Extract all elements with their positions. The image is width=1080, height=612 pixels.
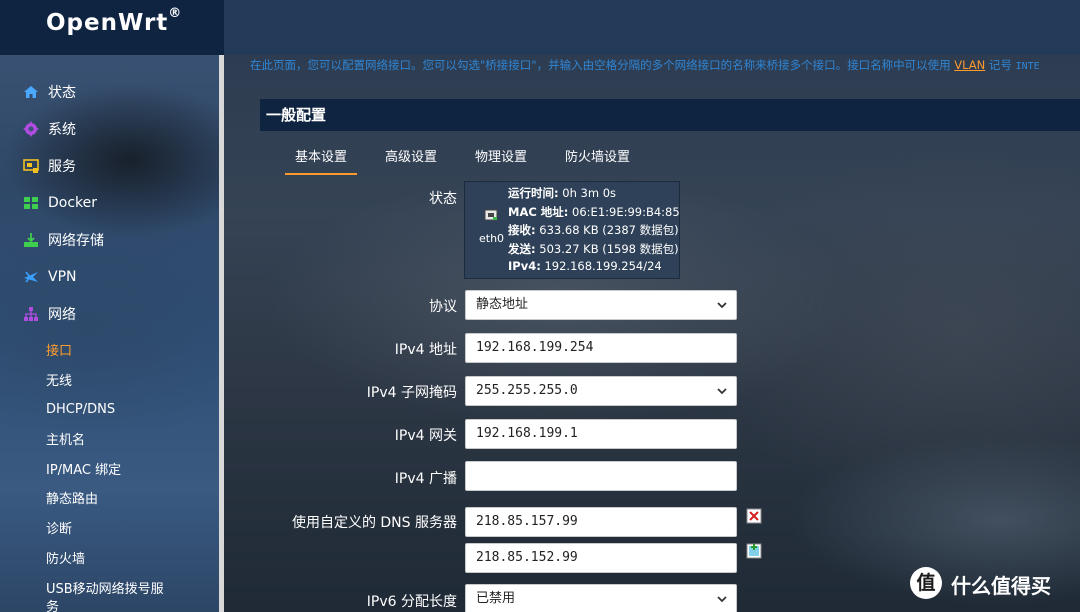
netmask-select[interactable]: 255.255.255.0 xyxy=(465,376,737,406)
broadcast-label: IPv4 广播 xyxy=(394,471,457,487)
sidebar-subitem-firewall[interactable]: 防火墙 xyxy=(46,546,85,568)
ethernet-port-icon xyxy=(484,209,498,221)
protocol-value: 静态地址 xyxy=(476,297,529,312)
gear-icon xyxy=(22,120,40,138)
services-icon xyxy=(22,157,40,175)
sidebar-item-label: 网络存储 xyxy=(48,233,104,249)
home-icon xyxy=(22,83,40,101)
sidebar-item-system[interactable]: 系统 xyxy=(22,117,76,141)
broadcast-input[interactable] xyxy=(465,461,737,491)
mac-line: MAC 地址: 06:E1:9E:99:B4:85 xyxy=(508,205,680,219)
sidebar-subitem-usb-modem-wrap[interactable]: 务 xyxy=(46,594,59,612)
description-tail: INTE xyxy=(1015,61,1040,72)
sidebar: OpenWrt® 状态 系统 服务 Docker 网络存储 VPN 网络 接口 … xyxy=(0,0,224,612)
gateway-input[interactable]: 192.168.199.1 xyxy=(465,419,737,449)
tab-advanced-settings[interactable]: 高级设置 xyxy=(385,145,437,175)
storage-icon xyxy=(22,231,40,249)
sidebar-item-vpn[interactable]: VPN xyxy=(22,265,77,289)
sidebar-item-label: 服务 xyxy=(48,159,76,175)
netmask-value: 255.255.255.0 xyxy=(476,383,578,398)
watermark-logo: 值 xyxy=(910,567,942,599)
ipv6-assign-label: IPv6 分配长度 xyxy=(366,594,457,610)
sidebar-subitem-ip-mac-binding[interactable]: IP/MAC 绑定 xyxy=(46,457,121,479)
watermark-text: 什么值得买 xyxy=(951,574,1051,598)
openwrt-logo[interactable]: OpenWrt® xyxy=(46,6,182,36)
vpn-icon xyxy=(22,268,40,286)
sidebar-item-label: 系统 xyxy=(48,122,76,138)
chevron-down-icon xyxy=(717,302,727,309)
protocol-label: 协议 xyxy=(429,299,457,315)
protocol-select[interactable]: 静态地址 xyxy=(465,290,737,320)
sidebar-item-storage[interactable]: 网络存储 xyxy=(22,228,104,252)
docker-icon xyxy=(22,194,40,212)
sidebar-item-label: VPN xyxy=(48,269,77,285)
description-text: 在此页面，您可以配置网络接口。您可以勾选"桥接接口"，并输入由空格分隔的多个网络… xyxy=(250,58,955,72)
sidebar-subitem-interfaces[interactable]: 接口 xyxy=(46,338,72,360)
network-icon xyxy=(22,305,40,323)
description-text-2: 记号 xyxy=(985,58,1016,72)
dns-label: 使用自定义的 DNS 服务器 xyxy=(291,515,457,531)
interface-name: eth0 xyxy=(479,232,505,245)
tx-line: 发送: 503.27 KB (1598 数据包) xyxy=(508,242,679,256)
sidebar-subitem-static-routes[interactable]: 静态路由 xyxy=(46,486,98,508)
page-description: 在此页面，您可以配置网络接口。您可以勾选"桥接接口"，并输入由空格分隔的多个网络… xyxy=(250,56,1080,74)
ipv4-address-input[interactable]: 192.168.199.254 xyxy=(465,333,737,363)
tab-firewall-settings[interactable]: 防火墙设置 xyxy=(565,145,630,175)
gateway-label: IPv4 网关 xyxy=(394,428,457,444)
sidebar-subitem-usb-modem[interactable]: USB移动网络拨号服 xyxy=(46,576,164,598)
sidebar-subitem-dhcp-dns[interactable]: DHCP/DNS xyxy=(46,398,115,420)
dns-server-input[interactable]: 218.85.152.99 xyxy=(465,543,737,573)
sidebar-item-label: Docker xyxy=(48,195,98,211)
section-header xyxy=(260,99,1080,131)
sidebar-item-services[interactable]: 服务 xyxy=(22,154,76,178)
rx-line: 接收: 633.68 KB (2387 数据包) xyxy=(508,223,679,237)
top-header xyxy=(224,0,1080,55)
netmask-label: IPv4 子网掩码 xyxy=(366,385,457,401)
tab-physical-settings[interactable]: 物理设置 xyxy=(475,145,527,175)
sidebar-item-network[interactable]: 网络 xyxy=(22,302,76,326)
ipv4-address-label: IPv4 地址 xyxy=(394,342,457,358)
status-label: 状态 xyxy=(429,191,457,207)
dns-server-input[interactable]: 218.85.157.99 xyxy=(465,507,737,537)
section-title: 一般配置 xyxy=(266,106,327,124)
sidebar-item-status[interactable]: 状态 xyxy=(22,80,76,104)
sidebar-subitem-wireless[interactable]: 无线 xyxy=(46,368,72,390)
sidebar-subitem-diagnostics[interactable]: 诊断 xyxy=(46,516,72,538)
chevron-down-icon xyxy=(717,596,727,603)
uptime-line: 运行时间: 0h 3m 0s xyxy=(508,186,617,200)
vlan-link[interactable]: VLAN xyxy=(954,58,985,72)
add-icon[interactable] xyxy=(746,543,762,559)
tab-basic-settings[interactable]: 基本设置 xyxy=(285,145,358,175)
logo-bar: OpenWrt® xyxy=(0,0,224,55)
ipv6-assign-select[interactable]: 已禁用 xyxy=(465,584,737,612)
chevron-down-icon xyxy=(717,388,727,395)
ipv4-line: IPv4: 192.168.199.254/24 xyxy=(508,259,662,273)
remove-icon[interactable] xyxy=(746,508,762,524)
sidebar-item-label: 状态 xyxy=(48,85,76,101)
sidebar-item-label: 网络 xyxy=(48,307,76,323)
ipv6-assign-value: 已禁用 xyxy=(476,591,516,606)
sidebar-subitem-hostnames[interactable]: 主机名 xyxy=(46,427,85,449)
sidebar-item-docker[interactable]: Docker xyxy=(22,191,97,215)
